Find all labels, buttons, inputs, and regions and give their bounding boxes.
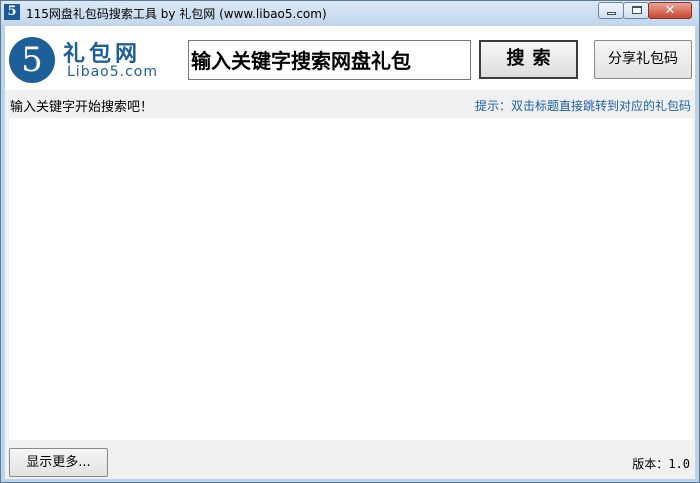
app-icon: 5 (4, 4, 20, 20)
logo: 5 礼包网 Libao5.com (9, 36, 169, 83)
title-bar[interactable]: 5 115网盘礼包码搜索工具 by 礼包网 (www.libao5.com) ✕ (1, 1, 699, 25)
version-label: 版本： (632, 457, 669, 471)
logo-badge: 5 (9, 37, 55, 83)
close-icon: ✕ (664, 3, 676, 18)
results-list[interactable] (9, 118, 693, 440)
footer: 显示更多... 版本：1.0 (5, 442, 695, 479)
maximize-icon (632, 6, 642, 14)
show-more-button[interactable]: 显示更多... (9, 448, 108, 477)
header: 5 礼包网 Libao5.com 输入关键字搜索网盘礼包 搜索 分享礼包码 (5, 26, 695, 90)
search-input[interactable]: 输入关键字搜索网盘礼包 (188, 40, 471, 80)
maximize-button[interactable] (623, 2, 649, 19)
close-button[interactable]: ✕ (648, 2, 692, 19)
version-info: 版本：1.0 (632, 455, 690, 472)
client-area: 5 礼包网 Libao5.com 输入关键字搜索网盘礼包 搜索 分享礼包码 输入… (5, 26, 695, 479)
version-value: 1.0 (668, 457, 690, 471)
tip-text: 提示：双击标题直接跳转到对应的礼包码 (474, 99, 691, 113)
share-gift-code-button[interactable]: 分享礼包码 (594, 40, 692, 79)
status-text: 输入关键字开始搜索吧！ (10, 100, 154, 115)
app-window: 5 115网盘礼包码搜索工具 by 礼包网 (www.libao5.com) ✕… (0, 0, 700, 483)
info-bar: 输入关键字开始搜索吧！ 提示：双击标题直接跳转到对应的礼包码 (5, 90, 695, 118)
window-title: 115网盘礼包码搜索工具 by 礼包网 (www.libao5.com) (26, 7, 327, 21)
search-button[interactable]: 搜索 (479, 40, 578, 79)
logo-domain: Libao5.com (67, 64, 158, 80)
minimize-button[interactable] (598, 2, 624, 19)
minimize-icon (607, 12, 616, 15)
